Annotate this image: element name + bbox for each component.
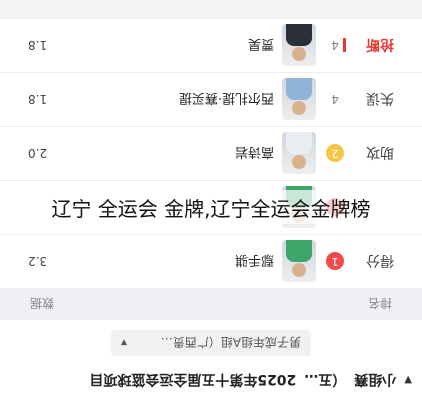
player-name: 贾昊 [247,36,274,51]
player-stat: 1.8 [28,92,48,107]
player-stat: 2.0 [28,146,48,161]
group-filter-label: 男子成年组A组（广西贵… [160,335,301,350]
caption-overlay: 辽宁 全运会 金牌,辽宁全运会金牌榜 [0,190,422,224]
col-data: 数据 [30,296,55,311]
avatar [282,240,316,283]
caret-down-icon: ▾ [121,336,128,350]
col-rank: 排名 [367,296,392,311]
player-name: 鄢手骐 [234,252,274,267]
row-category: 失误 [366,90,394,107]
player-stat: 3.2 [28,254,48,269]
rank-badge: 2 [326,144,344,163]
table-row[interactable]: 得分 1 鄢手骐 3.2 [0,234,422,288]
row-category: 抢断 [366,36,394,53]
avatar [282,132,316,175]
avatar [282,78,316,121]
row-category: 得分 [366,252,394,269]
filter-bar: 男子成年组A组（广西贵… ▾ [0,320,422,360]
table-row[interactable]: 失误 4 西尔扎提·赛买提 1.8 [0,72,422,126]
player-name: 西尔扎提·赛买提 [178,90,274,105]
player-stat: 1.8 [28,38,48,53]
chevron-down-icon[interactable]: ▼ [404,375,412,386]
accent-bar [343,38,346,52]
tab-more[interactable]: （五… [304,370,346,390]
page-title: 2025年第十五届全运会篮球项目 [89,371,297,387]
table-row[interactable]: 助攻 2 高诗岩 2.0 [0,126,422,180]
row-rank: 4 [331,92,339,107]
top-nav: ▼ 小组赛 （五… 2025年第十五届全运会篮球项目 [0,360,422,400]
rank-badge: 1 [326,252,344,271]
tab-group-stage[interactable]: 小组赛 [354,370,396,390]
row-category: 助攻 [366,144,394,161]
row-rank: 4 [331,38,339,53]
row-rank: 2 [316,144,354,163]
player-name: 高诗岩 [234,144,274,159]
row-rank: 1 [316,252,354,271]
avatar [282,24,316,67]
table-row[interactable]: 抢断 4 贾昊 1.8 [0,18,422,72]
table-header: 排名 数据 [0,288,422,320]
group-filter-select[interactable]: 男子成年组A组（广西贵… ▾ [111,330,311,356]
